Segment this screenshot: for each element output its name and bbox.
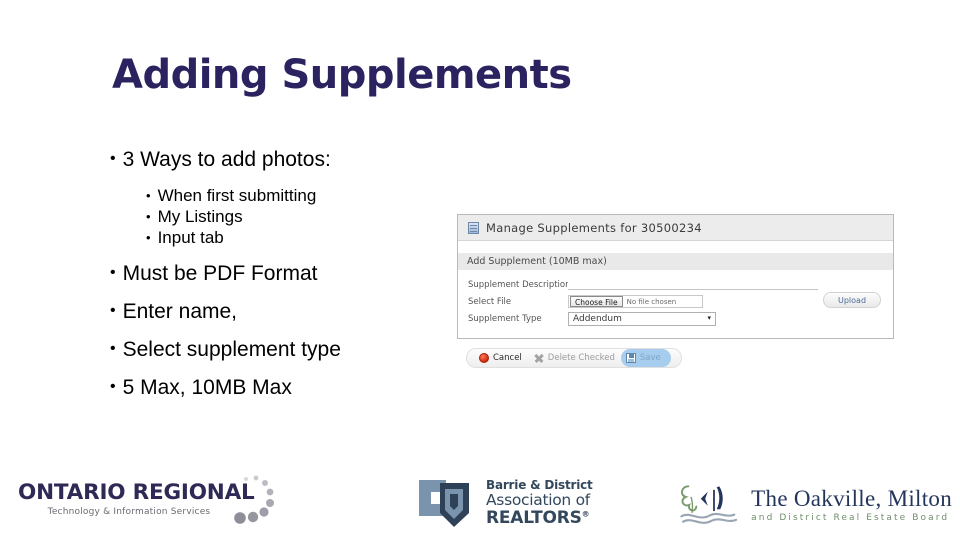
document-icon — [468, 221, 479, 234]
ontario-regional-tagline: Technology & Information Services — [47, 507, 211, 517]
bullet-dot-icon: • — [110, 302, 116, 319]
logo-oakville-milton-board: The Oakville, Milton and District Real E… — [676, 476, 952, 532]
list-item-label: 5 Max, 10MB Max — [122, 376, 292, 399]
tree-sail-emblem-icon — [680, 485, 738, 524]
bullet-list: • 3 Ways to add photos: • When first sub… — [110, 148, 460, 403]
save-label: Save — [639, 353, 661, 363]
supplement-type-select[interactable]: Addendum ▾ — [568, 311, 716, 326]
oakville-text-block: The Oakville, Milton and District Real E… — [751, 486, 952, 523]
screenshot-title: Manage Supplements for 30500234 — [486, 220, 702, 235]
list-item-label: My Listings — [157, 207, 243, 226]
logo-ontario-regional: ONTARIO REGIONAL Technology & Informatio… — [18, 475, 274, 530]
no-file-chosen-text: No file chosen — [626, 297, 677, 306]
list-item-label: Select supplement type — [122, 338, 341, 361]
supplement-type-row: Supplement Type Addendum ▾ — [458, 310, 893, 327]
delete-checked-label: Delete Checked — [547, 353, 615, 363]
choose-file-button[interactable]: Choose File — [570, 296, 623, 307]
logo-barrie-association: Barrie & District Association of REALTOR… — [414, 472, 604, 534]
barrie-text-block: Barrie & District Association of REALTOR… — [486, 478, 593, 528]
list-item: • 3 Ways to add photos: — [110, 148, 460, 172]
list-item: • Enter name, — [110, 300, 460, 324]
save-button[interactable]: Save — [620, 349, 671, 367]
list-item-label: Input tab — [157, 228, 224, 247]
select-file-label: Select File — [468, 296, 512, 307]
bullet-dot-icon: • — [110, 150, 116, 167]
list-item: • My Listings — [146, 207, 460, 227]
bullet-dot-icon: • — [110, 378, 116, 395]
cancel-button[interactable]: Cancel — [473, 349, 528, 367]
bullet-dot-icon: • — [110, 340, 116, 357]
description-input[interactable] — [568, 279, 818, 290]
oakville-line2: and District Real Estate Board — [751, 512, 950, 523]
page-title: Adding Supplements — [112, 52, 572, 98]
list-item-label: Must be PDF Format — [122, 262, 318, 285]
list-item-label: When first submitting — [157, 186, 317, 205]
barrie-line2: Association of — [486, 491, 590, 509]
barrie-line3: REALTORS® — [486, 508, 590, 528]
list-item-label: Enter name, — [122, 300, 238, 323]
list-item: • When first submitting — [146, 186, 460, 206]
list-item-label: 3 Ways to add photos: — [122, 148, 331, 171]
x-icon — [534, 353, 544, 363]
dot-swirl-icon — [234, 475, 274, 524]
supplement-type-label: Supplement Type — [468, 313, 542, 324]
bullet-dot-icon: • — [146, 209, 151, 224]
cancel-icon — [479, 353, 489, 363]
delete-checked-button[interactable]: Delete Checked — [528, 349, 621, 367]
barrie-line1: Barrie & District — [486, 478, 593, 492]
bullet-dot-icon: • — [110, 264, 116, 281]
list-item: • Must be PDF Format — [110, 262, 460, 286]
bullet-dot-icon: • — [146, 188, 151, 203]
add-supplement-section-header: Add Supplement (10MB max) — [458, 253, 893, 270]
upload-button[interactable]: Upload — [823, 292, 881, 308]
list-item: • Select supplement type — [110, 338, 460, 362]
description-row: Supplement Description — [458, 276, 893, 293]
cancel-label: Cancel — [493, 353, 522, 363]
screenshot-header: Manage Supplements for 30500234 — [458, 215, 893, 241]
save-icon — [625, 353, 636, 363]
list-item: • 5 Max, 10MB Max — [110, 376, 460, 400]
bullet-dot-icon: • — [146, 230, 151, 245]
oakville-line1: The Oakville, Milton — [751, 485, 952, 511]
screenshot-action-toolbar: Cancel Delete Checked Save — [466, 348, 682, 368]
registered-trademark: ® — [581, 509, 590, 519]
add-supplement-form: Supplement Description Select File Choos… — [458, 270, 893, 327]
supplement-type-value: Addendum — [573, 313, 622, 324]
manage-supplements-screenshot: Manage Supplements for 30500234 Add Supp… — [457, 214, 894, 339]
description-label: Supplement Description — [468, 279, 571, 290]
realtors-shield-icon — [417, 478, 469, 527]
file-input[interactable]: Choose File No file chosen — [568, 295, 703, 308]
list-item: • Input tab — [146, 228, 460, 248]
add-supplement-section-label: Add Supplement (10MB max) — [467, 256, 607, 267]
chevron-down-icon: ▾ — [707, 314, 711, 322]
screenshot-spacer — [458, 241, 893, 253]
